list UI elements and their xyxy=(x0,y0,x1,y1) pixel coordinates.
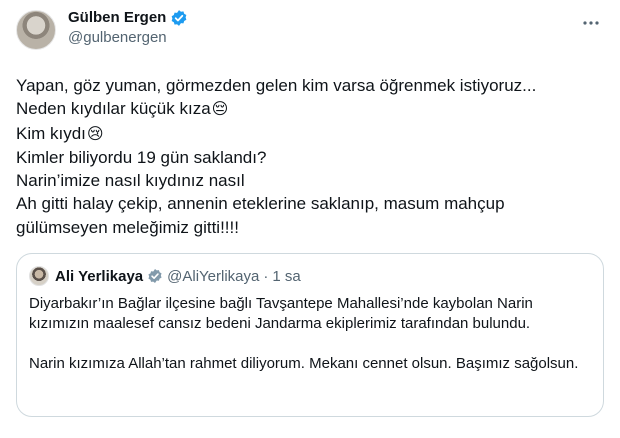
quoted-tweet-header: Ali Yerlikaya @AliYerlikaya · 1 sa xyxy=(29,266,591,287)
tweet-line-text: Neden kıydılar küçük kıza xyxy=(16,99,211,119)
tweet-card: Gülben Ergen @gulbenergen Yapan, göz yum… xyxy=(0,0,620,438)
tweet-header: Gülben Ergen @gulbenergen xyxy=(16,8,604,60)
tweet-text: Yapan, göz yuman, görmezden gelen kim va… xyxy=(16,74,604,239)
tweet-line: Kim kıydı😢 xyxy=(16,122,604,146)
tweet-line-text: Yapan, göz yuman, görmezden gelen kim va… xyxy=(16,76,537,95)
tweet-line-text: Kim kıydı xyxy=(16,123,86,143)
author-handle[interactable]: @gulbenergen xyxy=(68,28,188,48)
tweet-line: Narin’imize nasıl kıydınız nasıl xyxy=(16,169,604,192)
tweet-line: Neden kıydılar küçük kıza😔 xyxy=(16,97,604,121)
author-name-row: Gülben Ergen xyxy=(68,8,188,28)
quoted-author-name[interactable]: Ali Yerlikaya xyxy=(55,268,143,285)
tweet-line: Ah gitti halay çekip, annenin eteklerine… xyxy=(16,192,604,215)
author-display-name[interactable]: Gülben Ergen xyxy=(68,8,166,28)
more-icon[interactable] xyxy=(580,12,602,34)
verified-badge-icon xyxy=(170,9,188,27)
tweet-line-text: Kimler biliyordu 19 gün saklandı? xyxy=(16,147,267,167)
quoted-paragraph-2: Narin kızımıza Allah’tan rahmet diliyoru… xyxy=(29,355,579,373)
tweet-line-text: gülümseyen meleğimiz gitti!!!! xyxy=(16,217,239,237)
quoted-author-avatar[interactable] xyxy=(29,266,49,287)
separator-dot: · xyxy=(263,267,269,285)
author-info: Gülben Ergen @gulbenergen xyxy=(68,8,188,48)
tweet-line-text: Ah gitti halay çekip, annenin eteklerine… xyxy=(16,194,505,214)
tweet-line: Kimler biliyordu 19 gün saklandı? xyxy=(16,146,604,169)
quoted-timestamp[interactable]: 1 sa xyxy=(272,268,300,285)
pensive-face-emoji: 😔 xyxy=(211,101,229,119)
government-badge-icon xyxy=(147,268,163,284)
tweet-line: gülümseyen meleğimiz gitti!!!! xyxy=(16,216,604,239)
quoted-tweet[interactable]: Ali Yerlikaya @AliYerlikaya · 1 sa Diyar… xyxy=(16,253,604,418)
quoted-author-handle[interactable]: @AliYerlikaya xyxy=(167,268,259,285)
tweet-line-text: Narin’imize nasıl kıydınız nasıl xyxy=(16,171,245,191)
tweet-line: Yapan, göz yuman, görmezden gelen kim va… xyxy=(16,74,604,97)
author-avatar[interactable] xyxy=(16,10,56,50)
crying-face-emoji: 😢 xyxy=(86,125,104,143)
quoted-paragraph-1: Diyarbakır’ın Bağlar ilçesine bağlı Tavş… xyxy=(29,295,533,333)
quoted-tweet-text: Diyarbakır’ın Bağlar ilçesine bağlı Tavş… xyxy=(29,294,591,374)
